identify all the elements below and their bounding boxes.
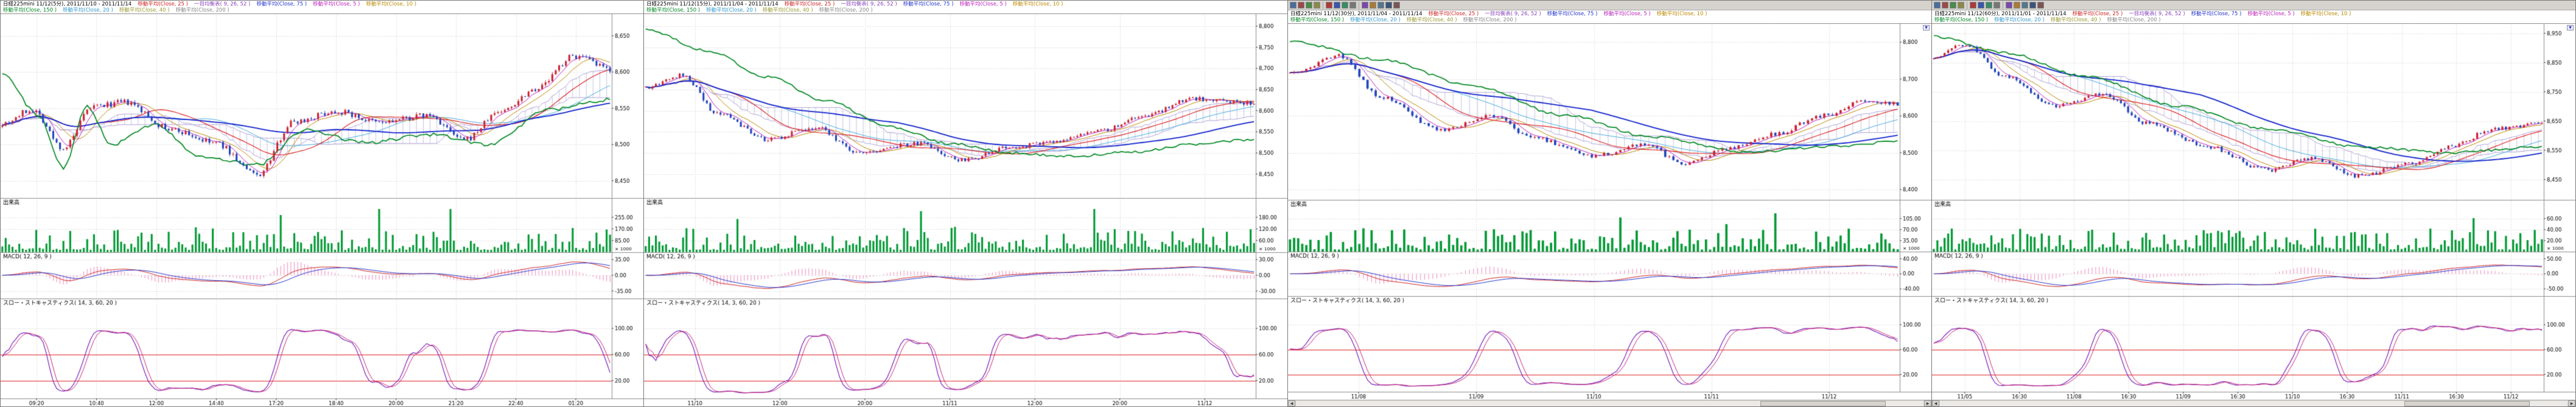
indicator-label: 移動平均(Close, 10 ) <box>366 1 416 7</box>
chart-canvas-60min[interactable] <box>1932 23 2575 400</box>
indicator-label: 移動平均(Close, 75 ) <box>903 1 954 7</box>
toolbar-icon-indicator-settings[interactable] <box>2006 2 2012 9</box>
indicator-label: 移動平均(Close, 200 ) <box>2107 17 2161 23</box>
toolbar-icon-cursor[interactable] <box>1290 2 1297 9</box>
toolbar-icon-cursor[interactable] <box>1934 2 1941 9</box>
toolbar-icon-save-chart[interactable] <box>2029 2 2036 9</box>
toolbar-icon-chart-settings[interactable] <box>2021 2 2028 9</box>
indicator-label: 移動平均(Close, 10 ) <box>1013 1 1063 7</box>
chart-panel-5min: 日経225mini 11/12(5分), 2011/11/10 - 2011/1… <box>0 0 644 407</box>
toolbar-icon-print-chart[interactable] <box>1393 2 1400 9</box>
scroll-right-button[interactable]: ▶ <box>1924 400 1931 406</box>
toolbar-icon-zoom-in[interactable] <box>1950 2 1956 9</box>
chart-header: 日経225mini 11/12(15分), 2011/11/04 - 2011/… <box>644 1 1287 13</box>
indicator-label: 移動平均(Close, 25 ) <box>138 1 188 7</box>
toolbar-icon-line-chart[interactable] <box>1334 2 1340 9</box>
indicator-label: 移動平均(Close, 200 ) <box>1463 17 1517 23</box>
toolbar-icon-chart-settings[interactable] <box>1377 2 1384 9</box>
toolbar-icon-save-chart[interactable] <box>1385 2 1392 9</box>
chart-header: 日経225mini 11/12(5分), 2011/11/10 - 2011/1… <box>1 1 643 13</box>
indicator-label: 移動平均(Close, 40 ) <box>763 7 813 13</box>
horizontal-scrollbar[interactable]: ◀ ▶ <box>1932 400 2575 406</box>
chart-canvas-5min[interactable] <box>1 13 643 406</box>
chart-header: 日経225mini 11/12(30分), 2011/11/04 - 2011/… <box>1288 10 1931 23</box>
indicator-label: 移動平均(Close, 150 ) <box>3 7 57 13</box>
scroll-right-button[interactable]: ▶ <box>2568 400 2575 406</box>
indicator-label: 移動平均(Close, 200 ) <box>819 7 873 13</box>
indicator-label: 移動平均(Close, 150 ) <box>1290 17 1344 23</box>
indicator-label: 一目均衡表( 9, 26, 52 ) <box>2129 11 2185 17</box>
chart-title: 日経225mini 11/12(15分), 2011/11/04 - 2011/… <box>646 1 779 7</box>
indicator-label: 移動平均(Close, 150 ) <box>1934 17 1988 23</box>
chart-area <box>1288 23 1931 400</box>
toolbar-icon-line-chart[interactable] <box>1978 2 1984 9</box>
toolbar-icon-grid-toggle[interactable] <box>1993 2 2000 9</box>
chart-area <box>1 13 643 406</box>
chart-panel-15min: 日経225mini 11/12(15分), 2011/11/04 - 2011/… <box>644 0 1288 407</box>
axis-dropdown-button[interactable]: ▼ <box>1923 25 1930 30</box>
scrollbar-thumb[interactable] <box>1760 401 1886 406</box>
toolbar-icon-draw-tool[interactable] <box>1370 2 1376 9</box>
toolbar-icon-indicator-settings[interactable] <box>1362 2 1368 9</box>
toolbar-icon-zoom-out[interactable] <box>1314 2 1320 9</box>
axis-dropdown-button[interactable]: ▼ <box>2567 25 2574 30</box>
indicator-label: 移動平均(Close, 5 ) <box>1603 11 1650 17</box>
indicator-label: 移動平均(Close, 10 ) <box>1657 11 1707 17</box>
chart-title: 日経225mini 11/12(30分), 2011/11/04 - 2011/… <box>1290 11 1423 17</box>
indicator-label: 移動平均(Close, 20 ) <box>706 7 757 13</box>
toolbar-icon-bar-chart[interactable] <box>1986 2 1992 9</box>
indicator-label: 移動平均(Close, 5 ) <box>313 1 360 7</box>
toolbar-icon-crosshair[interactable] <box>1298 2 1304 9</box>
indicator-label: 移動平均(Close, 25 ) <box>1429 11 1479 17</box>
toolbar-icon-zoom-out[interactable] <box>1958 2 1964 9</box>
chart-title: 日経225mini 11/12(5分), 2011/11/10 - 2011/1… <box>3 1 131 7</box>
indicator-label: 移動平均(Close, 5 ) <box>2247 11 2294 17</box>
indicator-label: 移動平均(Close, 5 ) <box>959 1 1006 7</box>
scroll-left-button[interactable]: ◀ <box>1932 400 1939 406</box>
chart-header: 日経225mini 11/12(60分), 2011/11/01 - 2011/… <box>1932 10 2575 23</box>
indicator-label: 移動平均(Close, 20 ) <box>63 7 113 13</box>
toolbar-icon-crosshair[interactable] <box>1942 2 1948 9</box>
indicator-label: 移動平均(Close, 20 ) <box>1350 17 1401 23</box>
scrollbar-thumb[interactable] <box>2404 401 2530 406</box>
horizontal-scrollbar[interactable]: ◀ ▶ <box>1288 400 1931 406</box>
toolbar-icon-candlestick-chart[interactable] <box>1970 2 1976 9</box>
indicator-label: 移動平均(Close, 75 ) <box>2191 11 2242 17</box>
toolbar-icon-bar-chart[interactable] <box>1342 2 1348 9</box>
indicator-label: 一目均衡表( 9, 26, 52 ) <box>841 1 897 7</box>
scroll-left-button[interactable]: ◀ <box>1288 400 1295 406</box>
chart-panel-30min: ▼ 日経225mini 11/12(30分), 2011/11/04 - 201… <box>1288 0 1932 407</box>
indicator-label: 移動平均(Close, 40 ) <box>1407 17 1457 23</box>
scrollbar-track[interactable] <box>1296 401 1923 406</box>
chart-canvas-15min[interactable] <box>644 13 1287 406</box>
indicator-label: 移動平均(Close, 25 ) <box>2073 11 2123 17</box>
chart-area <box>644 13 1287 406</box>
chart-panel-60min: ▼ 日経225mini 11/12(60分), 2011/11/01 - 201… <box>1932 0 2576 407</box>
toolbar-icon-print-chart[interactable] <box>2037 2 2044 9</box>
indicator-label: 移動平均(Close, 150 ) <box>646 7 700 13</box>
toolbar-icon-candlestick-chart[interactable] <box>1326 2 1332 9</box>
toolbar-icon-zoom-in[interactable] <box>1306 2 1312 9</box>
toolbar-icon-draw-tool[interactable] <box>2014 2 2020 9</box>
chart-area <box>1932 23 2575 400</box>
indicator-label: 移動平均(Close, 75 ) <box>1547 11 1598 17</box>
chart-title: 日経225mini 11/12(60分), 2011/11/01 - 2011/… <box>1934 11 2067 17</box>
indicator-label: 移動平均(Close, 40 ) <box>119 7 170 13</box>
indicator-label: 一目均衡表( 9, 26, 52 ) <box>194 1 250 7</box>
indicator-label: 移動平均(Close, 10 ) <box>2301 11 2351 17</box>
indicator-label: 一目均衡表( 9, 26, 52 ) <box>1485 11 1541 17</box>
indicator-label: 移動平均(Close, 200 ) <box>176 7 229 13</box>
indicator-label: 移動平均(Close, 40 ) <box>2051 17 2101 23</box>
toolbar-icon-grid-toggle[interactable] <box>1349 2 1356 9</box>
indicator-label: 移動平均(Close, 20 ) <box>1994 17 2045 23</box>
chart-canvas-30min[interactable] <box>1288 23 1931 400</box>
scrollbar-track[interactable] <box>1940 401 2567 406</box>
indicator-label: 移動平均(Close, 75 ) <box>256 1 307 7</box>
panel-toolbar <box>1932 1 2575 10</box>
panel-toolbar <box>1288 1 1931 10</box>
indicator-label: 移動平均(Close, 25 ) <box>785 1 835 7</box>
